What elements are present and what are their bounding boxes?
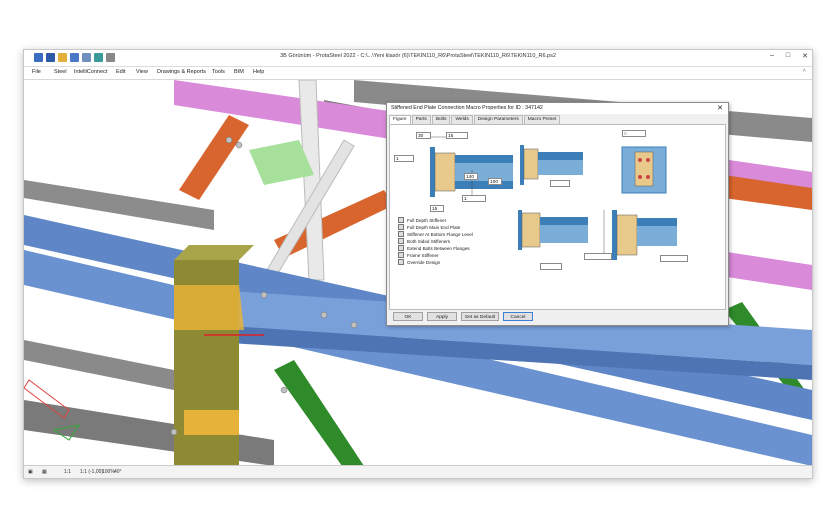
menu-view[interactable]: View [136, 69, 148, 75]
stiffener-figure [520, 145, 583, 185]
dimension-field-small[interactable]: 1 [462, 195, 486, 202]
connection-properties-dialog: Stiffened End Plate Connection Macro Pro… [386, 102, 729, 326]
dimension-field-figure3[interactable]: 0 [622, 130, 646, 137]
menu-bar: File Steel IntelliConnect Edit View Draw… [24, 67, 812, 80]
status-zoom: 100% [102, 469, 115, 475]
orange-brace [179, 115, 249, 200]
dialog-title-bar: Stiffened End Plate Connection Macro Pro… [387, 103, 728, 114]
dialog-tabs: Figure Parts Bolts Welds Design Paramete… [389, 115, 561, 124]
maximize-button[interactable]: □ [786, 52, 790, 60]
figure-panel: 30 15 1 140 100 1 15 0 Full Depth Stiffe… [389, 124, 726, 310]
dimension-field-mid[interactable]: 140 [464, 173, 478, 180]
dimension-field-left[interactable]: 1 [394, 155, 414, 162]
set-as-default-button[interactable]: Set as Default [461, 312, 499, 321]
menu-steel[interactable]: Steel [54, 69, 67, 75]
window-title: 3B Görünüm - ProtaSteel 2022 - C:\...\Ye… [280, 53, 556, 59]
dialog-title: Stiffened End Plate Connection Macro Pro… [391, 105, 543, 111]
application-window: 3B Görünüm - ProtaSteel 2022 - C:\...\Ye… [23, 49, 813, 479]
bottom-stiffener-figure [518, 210, 588, 250]
steel-column-top [174, 245, 254, 260]
tab-welds[interactable]: Welds [451, 115, 473, 124]
status-angle: 40° [114, 469, 122, 475]
tab-macro-preset[interactable]: Macro Preset [523, 115, 561, 124]
plate-front-figure [621, 146, 667, 194]
option-override-design[interactable]: Override Design [398, 259, 440, 265]
tab-design-parameters[interactable]: Design Parameters [473, 115, 523, 124]
checkbox[interactable] [398, 238, 404, 244]
dimension-field-top-right[interactable]: 15 [446, 132, 468, 139]
checkbox[interactable] [398, 245, 404, 251]
status-bar: ▣ ▦ 1:1 1:1 (-1,00) 100% 40° [24, 465, 812, 478]
checkbox[interactable] [398, 259, 404, 265]
option-full-depth-stiffener[interactable]: Full Depth Stiffener [398, 217, 446, 223]
base-plate [184, 410, 239, 435]
cancel-button[interactable]: Cancel [503, 312, 533, 321]
dialog-close-button[interactable]: ✕ [717, 104, 723, 112]
grid-icon[interactable]: ▦ [42, 469, 47, 475]
menu-collapse-icon[interactable]: ˄ [803, 68, 806, 74]
menu-bim[interactable]: BIM [234, 69, 244, 75]
option-stiffener-bottom-flange[interactable]: Stiffener At Bottom Flange Level [398, 231, 473, 237]
status-scale: 1:1 [64, 469, 71, 475]
end-plate [174, 285, 244, 330]
menu-tools[interactable]: Tools [212, 69, 225, 75]
main-connection-figure [430, 136, 513, 197]
option-both-sided-stiffeners[interactable]: Both Sided Stiffeners [398, 238, 450, 244]
apply-button[interactable]: Apply [427, 312, 457, 321]
dimension-field-figure4[interactable] [540, 263, 562, 270]
tab-parts[interactable]: Parts [411, 115, 431, 124]
grey-beam [24, 340, 174, 390]
option-full-depth-main-end-plate[interactable]: Full Depth Main End Plate [398, 224, 460, 230]
dimension-field-figure2[interactable] [550, 180, 570, 187]
dimension-field-figure5[interactable] [660, 255, 688, 262]
dimension-field-figure4-right[interactable] [584, 253, 612, 260]
checkbox[interactable] [398, 224, 404, 230]
side-view-figure [603, 210, 677, 260]
option-extend-bolts[interactable]: Extend Bolts Between Flanges [398, 245, 470, 251]
green-brace [274, 360, 364, 466]
option-frame-stiffener[interactable]: Frame Stiffener [398, 252, 439, 258]
tab-figure[interactable]: Figure [389, 115, 411, 124]
tab-bolts[interactable]: Bolts [431, 115, 451, 124]
checkbox[interactable] [398, 231, 404, 237]
menu-edit[interactable]: Edit [116, 69, 125, 75]
menu-intelliconnect[interactable]: IntelliConnect [74, 69, 107, 75]
ok-button[interactable]: OK [393, 312, 423, 321]
menu-drawings-reports[interactable]: Drawings & Reports [157, 69, 206, 75]
status-coordinates: 1:1 (-1,00) [80, 469, 104, 475]
menu-file[interactable]: File [32, 69, 41, 75]
layer-icon[interactable]: ▣ [28, 469, 33, 475]
checkbox[interactable] [398, 252, 404, 258]
checkbox[interactable] [398, 217, 404, 223]
minimize-button[interactable]: – [770, 52, 774, 60]
menu-help[interactable]: Help [253, 69, 264, 75]
title-bar: 3B Görünüm - ProtaSteel 2022 - C:\...\Ye… [24, 50, 812, 67]
dimension-field-right[interactable]: 100 [488, 178, 502, 185]
dimension-field-top-left[interactable]: 30 [416, 132, 431, 139]
dimension-field-bottom[interactable]: 15 [430, 205, 444, 212]
close-button[interactable]: ✕ [802, 52, 808, 60]
